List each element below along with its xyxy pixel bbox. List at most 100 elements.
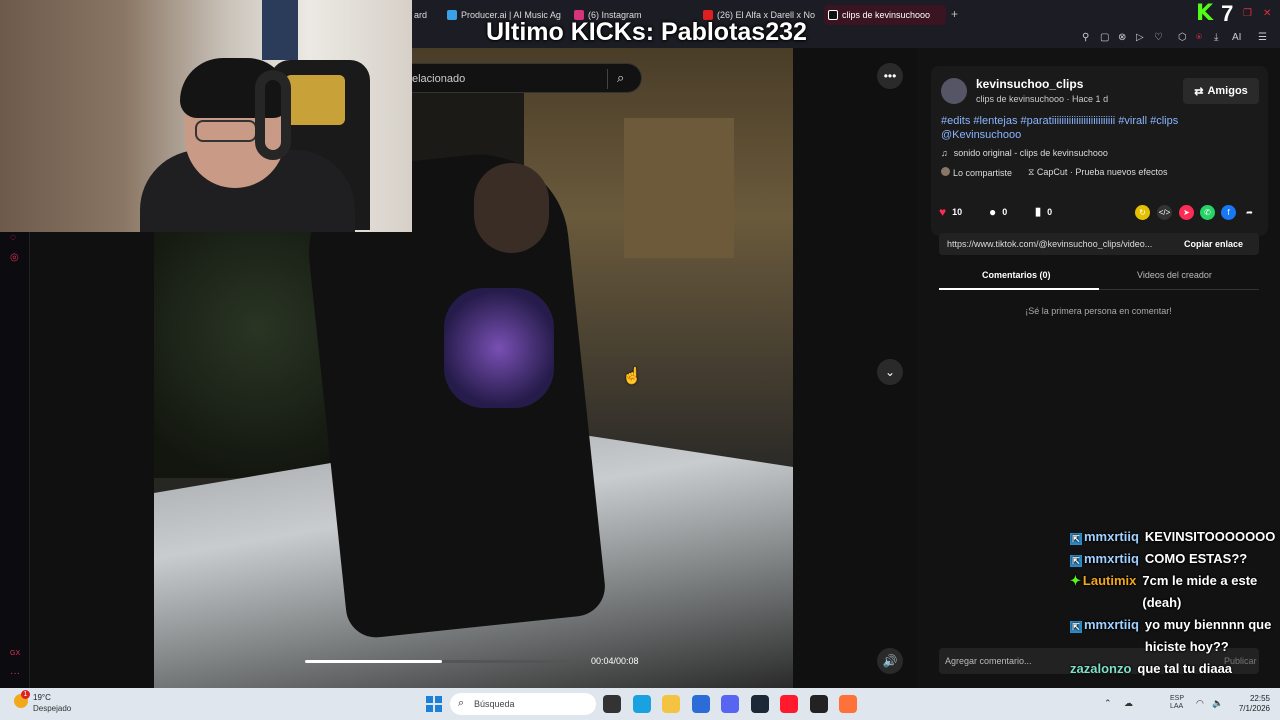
volume-button[interactable]: 🔊	[877, 648, 903, 674]
steam-icon[interactable]	[751, 695, 769, 713]
messenger-icon[interactable]: ◌	[10, 232, 16, 243]
kick-counter: K 7	[1196, 3, 1233, 25]
notification-badge: 1	[21, 690, 30, 699]
language-indicator[interactable]: ESP LAA	[1170, 695, 1184, 711]
ai-icon[interactable]: AI	[1232, 32, 1241, 43]
chevron-up-icon[interactable]: ⌃	[1104, 698, 1112, 709]
producer-icon	[447, 10, 457, 20]
kick-count: 7	[1221, 1, 1234, 26]
onedrive-icon[interactable]: ☁	[1124, 698, 1133, 709]
chat-text: yo muy biennnn que hiciste hoy??	[1144, 617, 1272, 654]
facebook-icon[interactable]: f	[1221, 205, 1236, 220]
tab-comments[interactable]: Comentarios (0)	[982, 270, 1051, 280]
discord-icon[interactable]	[721, 695, 739, 713]
whatsapp-icon[interactable]: ✆	[1200, 205, 1215, 220]
search-icon[interactable]: ⌕	[617, 70, 624, 86]
tab-creator-videos[interactable]: Videos del creador	[1137, 270, 1212, 280]
tab-dashboard[interactable]: ard	[410, 5, 440, 25]
star-badge-icon: ✦	[1070, 573, 1081, 588]
chat-text: que tal tu diaaa	[1137, 661, 1233, 676]
explorer-icon[interactable]	[662, 695, 680, 713]
extensions-icon[interactable]: ⬡	[1178, 32, 1187, 43]
headset	[255, 70, 291, 160]
store-icon[interactable]	[692, 695, 710, 713]
avatar[interactable]	[941, 78, 967, 104]
sub-badge-icon: ⇱	[1070, 533, 1082, 545]
download-icon[interactable]: ⤓	[1214, 32, 1218, 43]
obs-icon[interactable]	[810, 695, 828, 713]
more-options-button[interactable]: •••	[877, 63, 903, 89]
taskbar-clock[interactable]: 22:55 7/1/2026	[1236, 694, 1270, 714]
play-icon[interactable]: ▷	[1136, 32, 1144, 43]
taskbar-search[interactable]: ⌕ Búsqueda	[450, 693, 596, 715]
post-actions: ♥ 10 ● 0 ▮ 0 ↻ </> ➤ ✆ f ➦	[939, 205, 1259, 221]
speaker-icon[interactable]: 🔈	[1212, 698, 1223, 709]
windows-start-icon[interactable]	[426, 696, 442, 712]
pin-icon[interactable]: ⚲	[1082, 32, 1089, 43]
comment-input[interactable]: Agregar comentario...	[945, 656, 1032, 666]
video-hoodie-art	[444, 288, 554, 408]
opera-gx-icon[interactable]	[780, 695, 798, 713]
search-divider	[607, 69, 608, 89]
profile-icon[interactable]: ⍟	[1196, 32, 1202, 43]
like-button[interactable]: ♥ 10	[939, 205, 962, 219]
gx-label: GX	[10, 650, 21, 657]
close-icon[interactable]: ✕	[1263, 8, 1271, 19]
video-progress-bar[interactable]	[305, 660, 578, 663]
kick-chat-overlay: ⇱ mmxrtiiq KEVINSITOOOOOOO ⇱ mmxrtiiq COMO…	[1070, 526, 1280, 680]
wifi-icon[interactable]: ◠	[1196, 698, 1204, 709]
webcam-feed	[0, 0, 412, 232]
tab-underline	[939, 288, 1099, 290]
windows-logo-pane	[435, 705, 442, 712]
more-icon[interactable]: ···	[10, 668, 20, 679]
restore-icon[interactable]: ❐	[1243, 8, 1252, 19]
adblock-icon[interactable]: ⊗	[1118, 32, 1126, 43]
stream-overlay-title: Ultimo KICKs: Pablotas232	[486, 18, 807, 46]
embed-icon[interactable]: </>	[1157, 205, 1172, 220]
capcut-link[interactable]: ⧖ CapCut · Prueba nuevos efectos	[1028, 167, 1167, 178]
video-window	[624, 118, 734, 258]
task-view-icon[interactable]	[603, 695, 621, 713]
post-sound[interactable]: ♫ sonido original - clips de kevinsuchooo	[941, 148, 1108, 158]
share-arrow-icon[interactable]: ➦	[1242, 205, 1257, 220]
send-icon[interactable]: ➤	[1179, 205, 1194, 220]
repost-icon[interactable]: ↻	[1135, 205, 1150, 220]
music-note-icon: ♫	[941, 148, 948, 158]
firefox-icon[interactable]	[839, 695, 857, 713]
comment-button[interactable]: ● 0	[989, 205, 1007, 219]
search-bar[interactable]: elacionado ⌕	[412, 63, 642, 93]
streamer-glasses	[195, 120, 257, 142]
edge-icon[interactable]	[633, 695, 651, 713]
chat-user: ⇱ mmxrtiiq	[1070, 614, 1139, 658]
post-shared-row: Lo compartiste ⧖ CapCut · Prueba nuevos …	[941, 167, 1167, 178]
capcut-icon: ⧖	[1028, 167, 1035, 177]
avatar	[941, 167, 950, 176]
windows-logo-pane	[426, 696, 433, 703]
copy-link-button[interactable]: Copiar enlace	[1184, 239, 1243, 249]
chat-text: KEVINSITOOOOOOO	[1144, 529, 1276, 544]
chat-user: ⇱ mmxrtiiq	[1070, 526, 1139, 548]
menu-icon[interactable]: ☰	[1258, 32, 1267, 43]
save-button[interactable]: ▮ 0	[1035, 205, 1052, 218]
chat-message: ✦ Lautimix 7cm le mide a este (deah)	[1070, 570, 1280, 614]
tab-tiktok[interactable]: clips de kevinsuchooo	[824, 5, 946, 25]
wall-poster	[262, 0, 298, 60]
hand-cursor-icon: ☝	[622, 368, 642, 385]
taskbar-search-input[interactable]: Búsqueda	[474, 699, 515, 709]
new-tab-button[interactable]: +	[951, 7, 958, 21]
search-input[interactable]: elacionado	[412, 73, 465, 85]
chat-text: COMO ESTAS??	[1144, 551, 1248, 566]
next-video-button[interactable]: ⌄	[877, 359, 903, 385]
chat-user: ⇱ mmxrtiiq	[1070, 548, 1139, 570]
post-link[interactable]: https://www.tiktok.com/@kevinsuchoo_clip…	[947, 239, 1172, 249]
post-username[interactable]: kevinsuchoo_clips	[976, 77, 1083, 91]
instagram-icon[interactable]: ◎	[10, 252, 19, 263]
gaming-chair-logo	[285, 75, 345, 125]
friends-button[interactable]: ⇄ Amigos	[1183, 78, 1259, 104]
chat-user: zazalonzo	[1070, 661, 1132, 676]
chat-user: ✦ Lautimix	[1070, 573, 1137, 588]
screenshot-icon[interactable]: ▢	[1100, 32, 1109, 43]
left-sidebar: ◌ ◎ GX ···	[0, 232, 30, 688]
heart-icon[interactable]: ♡	[1154, 32, 1163, 43]
post-hashtags[interactable]: #edits #lentejas #paratiiiiiiiiiiiiiiiii…	[941, 114, 1241, 142]
